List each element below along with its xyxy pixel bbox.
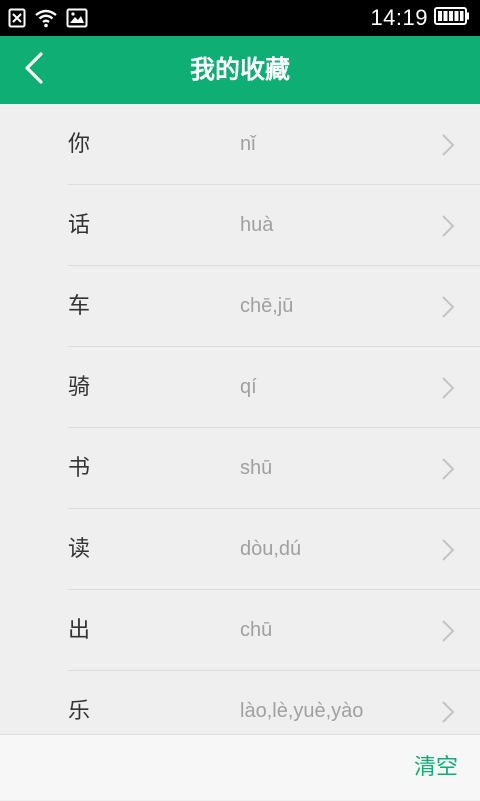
item-character: 骑 xyxy=(68,375,91,400)
item-character: 你 xyxy=(68,132,91,157)
item-pinyin: nǐ xyxy=(240,133,256,155)
chevron-right-icon xyxy=(442,134,455,156)
list-item[interactable]: 书 shū xyxy=(68,428,480,509)
item-character: 书 xyxy=(68,456,91,481)
status-icons xyxy=(8,7,88,29)
item-pinyin: dòu,dú xyxy=(240,538,302,560)
chevron-right-icon xyxy=(442,215,455,237)
item-pinyin: chū xyxy=(240,619,273,641)
chevron-right-icon xyxy=(442,539,455,561)
wifi-icon xyxy=(34,8,58,28)
favorites-list: 你 nǐ 话 huà 车 chē,jū 骑 qí 书 shū 读 dòu,dú … xyxy=(0,104,480,734)
bottom-bar: 清空 xyxy=(0,734,480,800)
battery-icon xyxy=(434,7,470,29)
item-character: 车 xyxy=(68,294,91,319)
status-right: 14:19 xyxy=(370,0,470,36)
chevron-left-icon xyxy=(23,51,45,89)
list-item[interactable]: 读 dòu,dú xyxy=(68,509,480,590)
item-character: 乐 xyxy=(68,699,91,724)
item-character: 读 xyxy=(68,537,91,562)
item-character: 出 xyxy=(68,618,91,643)
chevron-right-icon xyxy=(442,701,455,723)
page-title: 我的收藏 xyxy=(189,55,290,84)
chevron-right-icon xyxy=(442,458,455,480)
image-notification-icon xyxy=(66,8,88,28)
chevron-right-icon xyxy=(442,296,455,318)
back-button[interactable] xyxy=(14,50,54,90)
list-item[interactable]: 乐 lào,lè,yuè,yào xyxy=(68,671,480,734)
list-item[interactable]: 骑 qí xyxy=(68,347,480,428)
status-bar: 14:19 xyxy=(0,0,480,36)
list-item[interactable]: 你 nǐ xyxy=(68,104,480,185)
list-item[interactable]: 出 chū xyxy=(68,590,480,671)
item-pinyin: shū xyxy=(240,457,273,479)
chevron-right-icon xyxy=(442,377,455,399)
item-pinyin: chē,jū xyxy=(240,295,294,317)
item-pinyin: huà xyxy=(240,214,274,236)
clear-button[interactable]: 清空 xyxy=(414,735,458,801)
item-pinyin: qí xyxy=(240,376,257,398)
list-item[interactable]: 话 huà xyxy=(68,185,480,266)
clock: 14:19 xyxy=(370,5,428,30)
chevron-right-icon xyxy=(442,620,455,642)
app-header: 我的收藏 xyxy=(0,36,480,104)
list-item[interactable]: 车 chē,jū xyxy=(68,266,480,347)
item-character: 话 xyxy=(68,213,91,238)
sim-off-icon xyxy=(8,8,26,28)
item-pinyin: lào,lè,yuè,yào xyxy=(240,700,364,722)
